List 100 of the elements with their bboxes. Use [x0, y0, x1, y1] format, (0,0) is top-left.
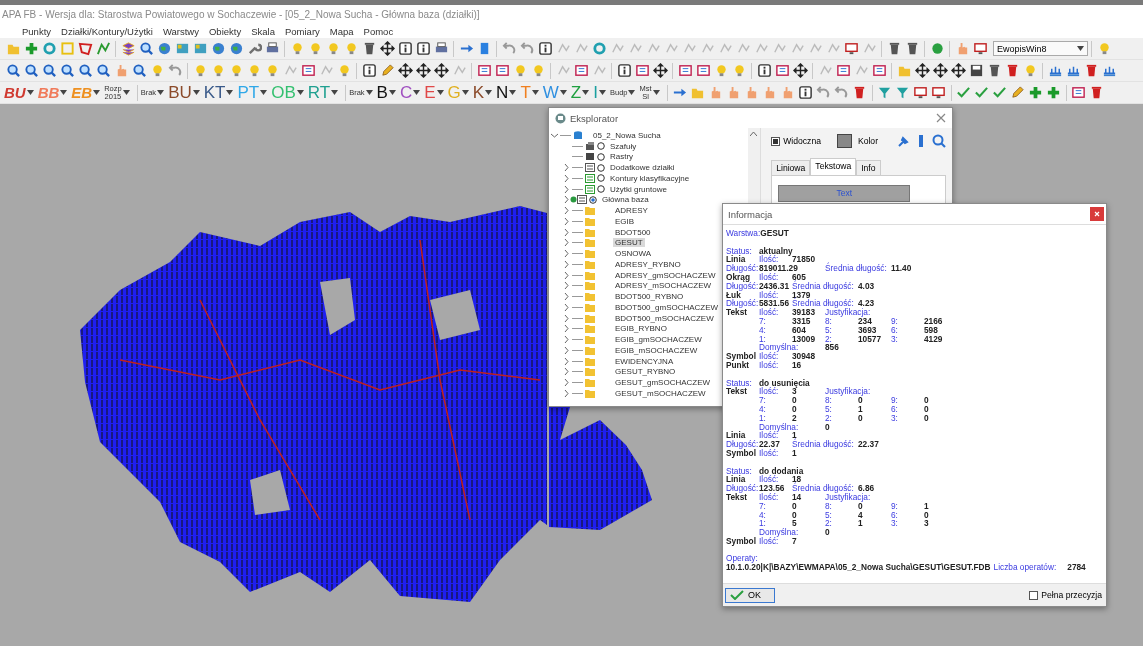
magnifier-icon[interactable] [59, 63, 75, 78]
tree-item[interactable]: ADRESY_mSOCHACZEW [613, 281, 713, 291]
tree-item[interactable]: GESUT_mSOCHACZEW [613, 388, 708, 398]
info-icon[interactable] [616, 63, 632, 78]
expander-icon[interactable] [563, 346, 570, 354]
menu-item[interactable]: Działki/Kontury/Użytki [61, 25, 153, 37]
profile-dropdown[interactable]: EwopisWin8 [993, 41, 1088, 56]
wrench-icon[interactable] [246, 41, 262, 56]
expander-icon[interactable] [563, 185, 570, 193]
expander-icon[interactable] [563, 174, 570, 182]
tree-item[interactable]: Kontury klasyfikacyjne [608, 173, 692, 183]
radio-button[interactable] [597, 152, 605, 161]
magnifier-icon[interactable] [5, 63, 21, 78]
funnel-icon[interactable] [895, 85, 911, 100]
info-icon[interactable] [537, 41, 553, 56]
monitor-icon[interactable] [913, 85, 929, 100]
expander-icon[interactable] [563, 368, 570, 376]
circle-icon[interactable] [929, 41, 945, 56]
globe-icon[interactable] [228, 41, 244, 56]
expander-icon[interactable] [551, 131, 558, 139]
polygon-icon[interactable] [77, 41, 93, 56]
ring-icon[interactable] [41, 41, 57, 56]
globe-icon[interactable] [156, 41, 172, 56]
expander-icon[interactable] [563, 228, 570, 236]
monitor-icon[interactable] [843, 41, 859, 56]
scroll-up-icon[interactable] [750, 131, 758, 136]
tree-item[interactable]: BDOT500 [613, 227, 653, 237]
letter-button[interactable]: E [424, 83, 436, 102]
radio-button[interactable] [589, 195, 597, 204]
layers-icon[interactable] [120, 41, 136, 56]
menu-item[interactable]: Pomoc [363, 25, 394, 37]
letter-button[interactable]: BU [168, 83, 192, 102]
tree-item[interactable]: BDOT500_RYBNO [613, 292, 686, 302]
close-button[interactable] [1090, 207, 1104, 221]
tab[interactable]: Liniowa [771, 160, 811, 175]
funnel-icon[interactable] [877, 85, 893, 100]
polyline-icon[interactable] [95, 41, 111, 56]
tree-item[interactable]: Użytki gruntowe [608, 184, 669, 194]
tree-item[interactable]: EGIB [613, 216, 637, 226]
expander-icon[interactable] [563, 250, 570, 258]
check-icon[interactable] [974, 85, 990, 100]
expander-icon[interactable] [563, 282, 570, 290]
plus-icon[interactable] [1028, 85, 1044, 100]
expander-icon[interactable] [563, 271, 570, 279]
plus-icon[interactable] [1046, 85, 1062, 100]
tree-item[interactable]: 05_2_Nowa Sucha [591, 130, 663, 140]
menu-item[interactable]: Obiekty [208, 25, 242, 37]
map-icon[interactable] [174, 41, 190, 56]
move-icon[interactable] [379, 41, 395, 56]
tree-item[interactable]: Szafuły [608, 141, 639, 151]
letter-button[interactable]: BU [4, 84, 26, 101]
tree-item[interactable]: OSNOWA [613, 249, 654, 259]
expander-icon[interactable] [563, 303, 570, 311]
checkbox[interactable] [1029, 590, 1039, 600]
expander-icon[interactable] [563, 314, 570, 322]
checkbox[interactable] [771, 136, 781, 146]
letter-button[interactable]: N [496, 83, 509, 102]
ring-icon[interactable] [591, 41, 607, 56]
expander-icon[interactable] [563, 293, 570, 301]
move-icon[interactable] [932, 63, 948, 78]
magnifier-icon[interactable] [131, 63, 147, 78]
radio-button[interactable] [597, 185, 605, 194]
plus-icon[interactable] [23, 41, 39, 56]
tree-item[interactable]: BDOT500_gmSOCHACZEW [613, 302, 721, 312]
expander-icon[interactable] [563, 260, 570, 268]
letter-button[interactable]: KT [203, 83, 226, 102]
tree-item[interactable]: ADRESY_gmSOCHACZEW [613, 270, 718, 280]
move-icon[interactable] [397, 63, 413, 78]
expander-icon[interactable] [563, 239, 570, 247]
menu-item[interactable]: Punkty [22, 25, 52, 37]
floppy-icon[interactable] [968, 63, 984, 78]
move-icon[interactable] [652, 63, 668, 78]
tree-item[interactable]: ADRESY [613, 206, 650, 216]
move-icon[interactable] [914, 63, 930, 78]
tree-item[interactable]: GESUT_gmSOCHACZEW [613, 378, 713, 388]
expander-icon[interactable] [563, 196, 570, 204]
tab[interactable]: Info [856, 160, 881, 175]
menu-item[interactable]: Warstwy [162, 25, 199, 37]
expander-icon[interactable] [563, 379, 570, 387]
close-icon[interactable] [936, 113, 946, 123]
globe-icon[interactable] [210, 41, 226, 56]
magnifier-icon[interactable] [95, 63, 111, 78]
menu-item[interactable]: Skala [251, 25, 275, 37]
check-icon[interactable] [956, 85, 972, 100]
check-icon[interactable] [992, 85, 1008, 100]
undo-icon[interactable] [834, 85, 850, 100]
expander-icon[interactable] [563, 325, 570, 333]
expander-icon[interactable] [563, 389, 570, 397]
monitor-icon[interactable] [972, 41, 988, 56]
expander-icon[interactable] [563, 217, 570, 225]
tree-item[interactable]: ADRESY_RYBNO [613, 259, 683, 269]
move-icon[interactable] [415, 63, 431, 78]
magnifier-icon[interactable] [41, 63, 57, 78]
monitor-icon[interactable] [931, 85, 947, 100]
tree-item[interactable]: EGIB_mSOCHACZEW [613, 345, 700, 355]
expander-icon[interactable] [563, 357, 570, 365]
tree-item[interactable]: BDOT500_mSOCHACZEW [613, 313, 716, 323]
info-icon[interactable] [361, 63, 377, 78]
info-icon[interactable] [415, 41, 431, 56]
move-icon[interactable] [433, 63, 449, 78]
